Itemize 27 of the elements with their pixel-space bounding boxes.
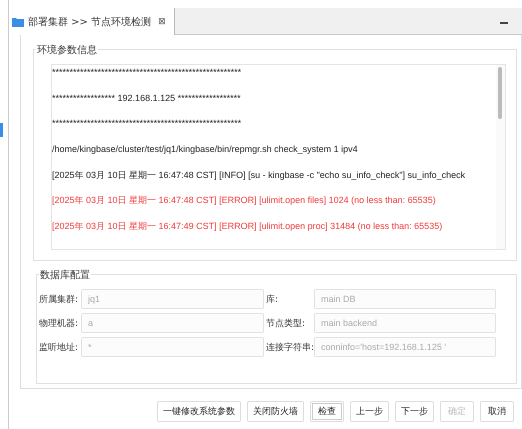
folder-icon <box>12 16 24 26</box>
action-button[interactable]: 下一步 <box>395 401 434 422</box>
group-title: 数据库配置 <box>39 268 91 282</box>
field-label: 监听地址: <box>39 342 79 354</box>
field-label: 库: <box>266 294 280 306</box>
field-label: 连接字符串: <box>266 342 312 354</box>
log-line: ****************************************************** <box>52 118 242 128</box>
log-line: [2025年 03月 10日 星期一 16:47:49 CST] [ERROR] [ulimit.open proc] 31484 (no less than: 65535) <box>52 221 442 232</box>
group-title: 环境参数信息 <box>36 43 98 57</box>
action-button[interactable]: 检查 <box>310 401 344 422</box>
action-button[interactable]: 上一步 <box>350 401 389 422</box>
log-line: /home/kingbase/cluster/test/jq1/kingbase/bin/repmgr.sh check_system 1 ipv4 <box>52 144 358 154</box>
log-line: [2025年 03月 10日 星期一 16:47:48 CST] [INFO] [su - kingbase -c "echo su_info_check"] su_info_check <box>52 170 466 180</box>
field-label: 节点类型: <box>266 318 306 330</box>
tab[interactable]: 部署集群 >> 节点环境检测 ⊠ <box>9 8 175 35</box>
tab-title: 部署集群 >> 节点环境检测 <box>28 16 152 28</box>
close-icon[interactable]: ⊠ <box>158 16 166 26</box>
scrollbar[interactable] <box>496 65 505 249</box>
minimize-icon[interactable] <box>500 22 508 24</box>
log-line: ****************************************************** <box>52 67 242 77</box>
action-button[interactable]: 一键修改系统参数 <box>157 401 241 422</box>
log-line: [2025年 03月 10日 星期一 16:47:48 CST] [ERROR] [ulimit.open files] 1024 (no less than: 65535) <box>52 195 436 206</box>
field-label: 物理机器: <box>39 318 79 330</box>
log-line: ****************** 192.168.1.125 ****************** <box>52 92 241 103</box>
action-button[interactable]: 取消 <box>480 401 514 422</box>
field-label: 所属集群: <box>39 294 79 306</box>
action-button[interactable]: 关闭防火墙 <box>247 401 304 422</box>
